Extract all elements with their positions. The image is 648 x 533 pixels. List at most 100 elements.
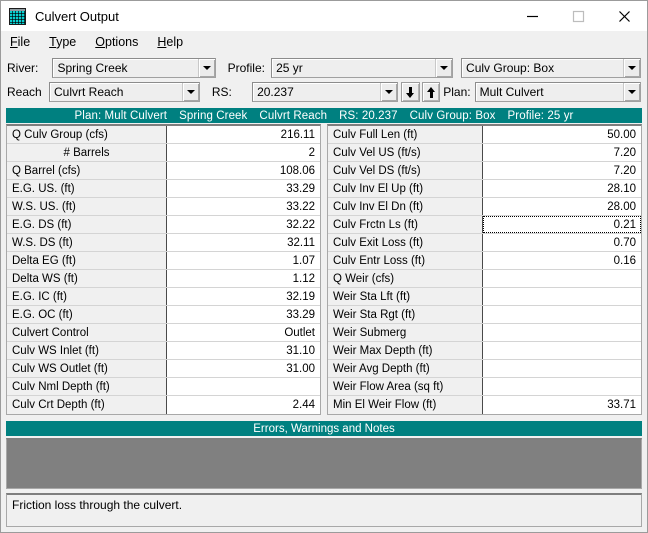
banner-river: Spring Creek — [179, 109, 248, 122]
row-value[interactable]: 7.20 — [483, 144, 641, 161]
table-row[interactable]: # Barrels 2 — [7, 144, 320, 162]
table-row[interactable]: W.S. US. (ft) 33.22 — [7, 198, 320, 216]
errors-panel[interactable] — [6, 438, 642, 489]
row-value-focused[interactable]: 0.21 — [483, 216, 641, 233]
table-row[interactable]: Min El Weir Flow (ft) 33.71 — [328, 396, 641, 414]
row-value[interactable]: Outlet — [167, 324, 320, 341]
row-value[interactable]: 7.20 — [483, 162, 641, 179]
row-value[interactable]: 31.00 — [167, 360, 320, 377]
plan-dropdown[interactable]: Mult Culvert — [474, 82, 641, 102]
results-tables: Q Culv Group (cfs) 216.11 # Barrels 2 Q Ba… — [6, 124, 642, 415]
menu-rest: ype — [56, 35, 77, 49]
table-row[interactable]: E.G. OC (ft) 33.29 — [7, 306, 320, 324]
chevron-down-icon[interactable] — [623, 83, 640, 101]
selector-row-1: River: Spring Creek Profile: 25 yr Culv … — [7, 56, 641, 80]
grid-icon — [9, 7, 26, 25]
row-value[interactable]: 108.06 — [167, 162, 320, 179]
close-icon[interactable] — [601, 1, 647, 31]
river-label: River: — [7, 61, 39, 75]
row-value[interactable]: 28.00 — [483, 198, 641, 215]
row-label: Culv Crt Depth (ft) — [7, 396, 167, 414]
table-row[interactable]: Culv Nml Depth (ft) — [7, 378, 320, 396]
row-value[interactable]: 33.71 — [483, 396, 641, 414]
table-row[interactable]: Q Culv Group (cfs) 216.11 — [7, 126, 320, 144]
table-row[interactable]: Culv WS Outlet (ft) 31.00 — [7, 360, 320, 378]
row-label: Culv Frctn Ls (ft) — [328, 216, 483, 233]
table-row[interactable]: Culv Inv El Dn (ft) 28.00 — [328, 198, 641, 216]
table-row[interactable]: Weir Submerg — [328, 324, 641, 342]
menu-item-options[interactable]: Options — [95, 34, 147, 50]
banner-plan: Plan: Mult Culvert — [74, 109, 168, 122]
table-row[interactable]: Delta WS (ft) 1.12 — [7, 270, 320, 288]
table-row[interactable]: E.G. DS (ft) 32.22 — [7, 216, 320, 234]
row-value[interactable]: 31.10 — [167, 342, 320, 359]
table-row[interactable]: Weir Avg Depth (ft) — [328, 360, 641, 378]
row-value[interactable]: 1.12 — [167, 270, 320, 287]
chevron-down-icon[interactable] — [435, 59, 453, 77]
rs-label: RS: — [211, 85, 232, 99]
row-label: Weir Sta Rgt (ft) — [328, 306, 483, 323]
table-row[interactable]: Weir Flow Area (sq ft) — [328, 378, 641, 396]
reach-dropdown[interactable]: Culvrt Reach — [49, 82, 200, 102]
arrow-down-icon[interactable] — [401, 82, 420, 102]
row-value[interactable]: 32.22 — [167, 216, 320, 233]
row-value[interactable]: 32.19 — [167, 288, 320, 305]
row-value[interactable] — [483, 306, 641, 323]
row-value[interactable] — [483, 360, 641, 377]
row-value[interactable]: 2 — [167, 144, 320, 161]
row-value[interactable] — [483, 342, 641, 359]
table-row[interactable]: Culvert Control Outlet — [7, 324, 320, 342]
table-row[interactable]: Weir Sta Lft (ft) — [328, 288, 641, 306]
river-dropdown[interactable]: Spring Creek — [52, 58, 216, 78]
chevron-down-icon[interactable] — [380, 83, 398, 101]
row-value[interactable]: 0.70 — [483, 234, 641, 251]
row-value[interactable]: 33.29 — [167, 180, 320, 197]
rs-value: 20.237 — [257, 85, 294, 99]
row-value[interactable]: 33.22 — [167, 198, 320, 215]
table-row[interactable]: Culv Full Len (ft) 50.00 — [328, 126, 641, 144]
table-row[interactable]: Culv Frctn Ls (ft) 0.21 — [328, 216, 641, 234]
row-value[interactable]: 50.00 — [483, 126, 641, 143]
table-row[interactable]: W.S. DS (ft) 32.11 — [7, 234, 320, 252]
table-row[interactable]: Weir Sta Rgt (ft) — [328, 306, 641, 324]
chevron-down-icon[interactable] — [622, 59, 640, 77]
row-value[interactable] — [483, 378, 641, 395]
table-row[interactable]: Culv Inv El Up (ft) 28.10 — [328, 180, 641, 198]
table-row[interactable]: Q Weir (cfs) — [328, 270, 641, 288]
window-title: Culvert Output — [35, 8, 119, 24]
table-row[interactable]: Weir Max Depth (ft) — [328, 342, 641, 360]
row-value[interactable]: 0.16 — [483, 252, 641, 269]
row-value[interactable]: 1.07 — [167, 252, 320, 269]
row-value[interactable] — [167, 378, 320, 395]
row-value[interactable] — [483, 288, 641, 305]
table-row[interactable]: Delta EG (ft) 1.07 — [7, 252, 320, 270]
row-value[interactable]: 32.11 — [167, 234, 320, 251]
menu-item-file[interactable]: File — [10, 34, 39, 50]
row-value[interactable] — [483, 324, 641, 341]
menu-rest: elp — [166, 35, 184, 49]
rs-dropdown[interactable]: 20.237 — [252, 82, 399, 102]
profile-dropdown[interactable]: 25 yr — [271, 58, 454, 78]
table-row[interactable]: Culv Crt Depth (ft) 2.44 — [7, 396, 320, 414]
table-row[interactable]: Culv Vel DS (ft/s) 7.20 — [328, 162, 641, 180]
maximize-icon[interactable] — [555, 1, 601, 31]
table-row[interactable]: Culv Vel US (ft/s) 7.20 — [328, 144, 641, 162]
arrow-up-icon[interactable] — [421, 82, 441, 102]
menu-item-type[interactable]: Type — [49, 34, 85, 50]
row-value[interactable]: 28.10 — [483, 180, 641, 197]
minimize-icon[interactable] — [509, 1, 555, 31]
table-row[interactable]: Culv Entr Loss (ft) 0.16 — [328, 252, 641, 270]
row-value[interactable]: 216.11 — [167, 126, 320, 143]
culv-group-dropdown[interactable]: Culv Group: Box — [461, 58, 641, 78]
table-row[interactable]: Culv WS Inlet (ft) 31.10 — [7, 342, 320, 360]
row-value[interactable]: 33.29 — [167, 306, 320, 323]
table-row[interactable]: E.G. IC (ft) 32.19 — [7, 288, 320, 306]
row-value[interactable] — [483, 270, 641, 287]
table-row[interactable]: Culv Exit Loss (ft) 0.70 — [328, 234, 641, 252]
table-row[interactable]: E.G. US. (ft) 33.29 — [7, 180, 320, 198]
menu-item-help[interactable]: Help — [157, 34, 192, 50]
row-value[interactable]: 2.44 — [167, 396, 320, 414]
table-row[interactable]: Q Barrel (cfs) 108.06 — [7, 162, 320, 180]
chevron-down-icon[interactable] — [181, 83, 199, 101]
chevron-down-icon[interactable] — [197, 59, 215, 77]
